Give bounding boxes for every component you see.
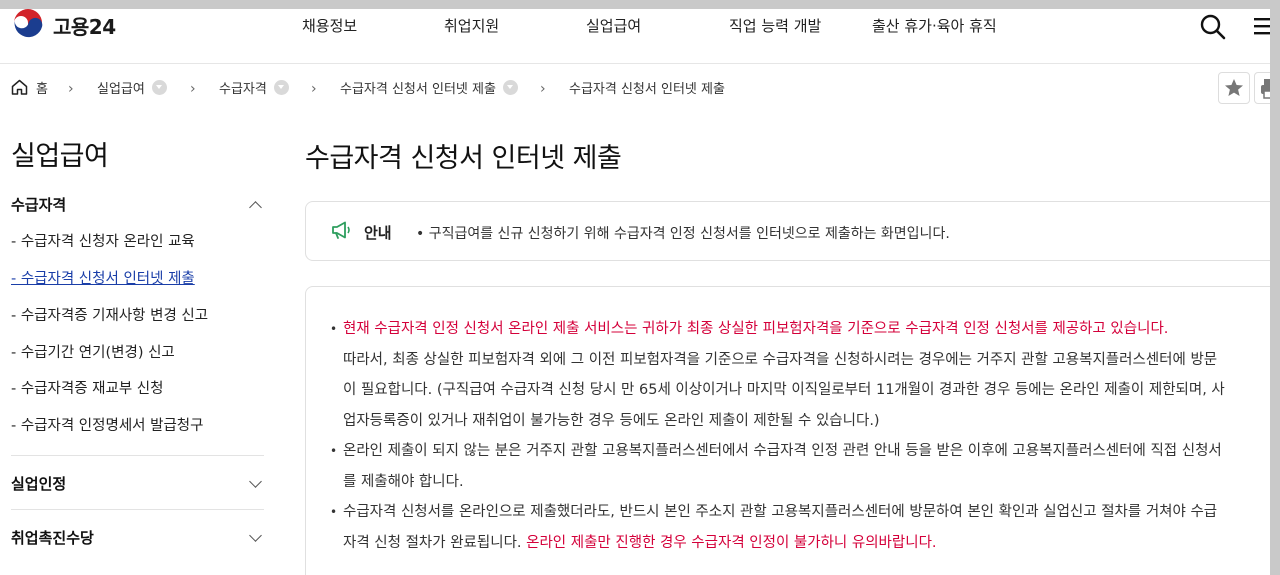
dropdown-icon[interactable] xyxy=(273,79,289,95)
sidebar-section-eligibility[interactable]: 수급자격 xyxy=(11,194,266,215)
sidebar-section-label: 취업촉진수당 xyxy=(11,529,94,547)
chevron-right-icon: › xyxy=(540,81,546,97)
info-text: 를 제출해야 합니다. xyxy=(343,473,464,490)
sidebar-item-online-submit[interactable]: - 수급자격 신청서 인터넷 제출 xyxy=(11,267,195,288)
bullet: • xyxy=(330,444,338,458)
nav-vocational-training[interactable]: 직업 능력 개발 xyxy=(729,15,821,36)
info-text: 온라인 제출이 되지 않는 분은 거주지 관할 고용복지플러스센터에서 수급자격… xyxy=(343,443,1222,459)
print-icon xyxy=(1261,79,1270,99)
logo-text: 고용24 xyxy=(53,14,116,39)
bullet: • xyxy=(330,505,338,519)
chevron-right-icon: › xyxy=(190,81,196,97)
content-box: • 현재 수급자격 인정 신청서 온라인 제출 서비스는 귀하가 최종 상실한 … xyxy=(305,286,1270,575)
breadcrumb-label: 실업급여 xyxy=(97,81,145,97)
sidebar-section-recognition[interactable]: 실업인정 xyxy=(11,473,266,494)
divider xyxy=(11,509,264,510)
notice-box: 안내 • 구직급여를 신규 신청하기 위해 수급자격 인정 신청서를 인터넷으로… xyxy=(305,201,1270,261)
info-item: • 수급자격 신청서를 온라인으로 제출했더라도, 반드시 본인 주소지 관할 … xyxy=(330,497,1263,558)
info-item: • 현재 수급자격 인정 신청서 온라인 제출 서비스는 귀하가 최종 상실한 … xyxy=(330,314,1263,436)
breadcrumb-current: 수급자격 신청서 인터넷 제출 xyxy=(569,77,725,97)
sidebar-item-online-education[interactable]: - 수급자격 신청자 온라인 교육 xyxy=(11,230,195,251)
taegeuk-logo-icon xyxy=(12,9,44,41)
breadcrumb-home[interactable]: 홈 xyxy=(11,77,48,97)
page: 고용24 채용정보 취업지원 실업급여 직업 능력 개발 출산 휴가·육아 휴직… xyxy=(0,9,1270,575)
sidebar-section-label: 실업인정 xyxy=(11,475,67,493)
page-title: 수급자격 신청서 인터넷 제출 xyxy=(305,143,622,174)
divider xyxy=(11,455,264,456)
nav-employment-support[interactable]: 취업지원 xyxy=(444,15,499,36)
breadcrumb-item-unemployment[interactable]: 실업급여 xyxy=(97,77,167,97)
breadcrumb-item-online-submit[interactable]: 수급자격 신청서 인터넷 제출 xyxy=(340,77,518,97)
chevron-right-icon: › xyxy=(311,81,317,97)
window-top-strip xyxy=(0,0,1280,9)
site-header: 고용24 채용정보 취업지원 실업급여 직업 능력 개발 출산 휴가·육아 휴직 xyxy=(0,9,1270,64)
sidebar-title: 실업급여 xyxy=(11,141,109,172)
dropdown-icon[interactable] xyxy=(502,79,518,95)
menu-icon[interactable] xyxy=(1254,13,1270,39)
star-icon xyxy=(1225,79,1243,96)
megaphone-icon xyxy=(332,221,350,239)
search-icon[interactable] xyxy=(1199,13,1227,41)
info-text: 수급자격 신청서를 온라인으로 제출했더라도, 반드시 본인 주소지 관할 고용… xyxy=(343,504,1218,520)
breadcrumb-home-label: 홈 xyxy=(36,81,48,97)
favorite-button[interactable] xyxy=(1218,72,1250,104)
info-text: 따라서, 최종 상실한 피보험자격 외에 그 이전 피보험자격을 기준으로 수급… xyxy=(343,351,1218,368)
breadcrumb-item-eligibility[interactable]: 수급자격 xyxy=(219,77,289,97)
site-logo[interactable]: 고용24 xyxy=(11,9,116,41)
nav-job-info[interactable]: 채용정보 xyxy=(302,15,357,36)
home-icon xyxy=(11,79,28,95)
breadcrumb-label: 수급자격 신청서 인터넷 제출 xyxy=(340,81,496,97)
sidebar-item-reissue[interactable]: - 수급자격증 재교부 신청 xyxy=(11,377,163,398)
print-button[interactable] xyxy=(1254,72,1270,104)
info-text: 업자등록증이 있거나 재취업이 불가능한 경우 등에도 온라인 제출이 제한될 … xyxy=(343,412,880,429)
sidebar-item-change-report[interactable]: - 수급자격증 기재사항 변경 신고 xyxy=(11,304,208,325)
info-text: 이 필요합니다. (구직급여 수급자격 신청 당시 만 65세 이상이거나 마지… xyxy=(343,382,1225,398)
warning-text: 온라인 제출만 진행한 경우 수급자격 인정이 불가하니 유의바랍니다. xyxy=(526,534,937,551)
info-text: 자격 신청 절차가 완료됩니다. xyxy=(343,534,522,551)
sidebar-item-certificate[interactable]: - 수급자격 인정명세서 발급청구 xyxy=(11,414,203,435)
notice-text: • 구직급여를 신규 신청하기 위해 수급자격 인정 신청서를 인터넷으로 제출… xyxy=(416,226,950,242)
info-item: • 온라인 제출이 되지 않는 분은 거주지 관할 고용복지플러스센터에서 수급… xyxy=(330,436,1263,497)
warning-text: 현재 수급자격 인정 신청서 온라인 제출 서비스는 귀하가 최종 상실한 피보… xyxy=(343,321,1169,337)
notice-label: 안내 xyxy=(364,224,392,242)
sidebar-section-label: 수급자격 xyxy=(11,196,67,214)
nav-unemployment-benefit[interactable]: 실업급여 xyxy=(586,15,641,36)
breadcrumb-label: 수급자격 xyxy=(219,81,267,97)
dropdown-icon[interactable] xyxy=(151,79,167,95)
breadcrumb-label: 수급자격 신청서 인터넷 제출 xyxy=(569,81,725,97)
chevron-right-icon: › xyxy=(68,81,74,97)
bullet: • xyxy=(330,322,338,336)
nav-maternity-leave[interactable]: 출산 휴가·육아 휴직 xyxy=(872,15,997,36)
sidebar-item-postpone-report[interactable]: - 수급기간 연기(변경) 신고 xyxy=(11,341,175,362)
sidebar-section-promotion[interactable]: 취업촉진수당 xyxy=(11,527,266,548)
